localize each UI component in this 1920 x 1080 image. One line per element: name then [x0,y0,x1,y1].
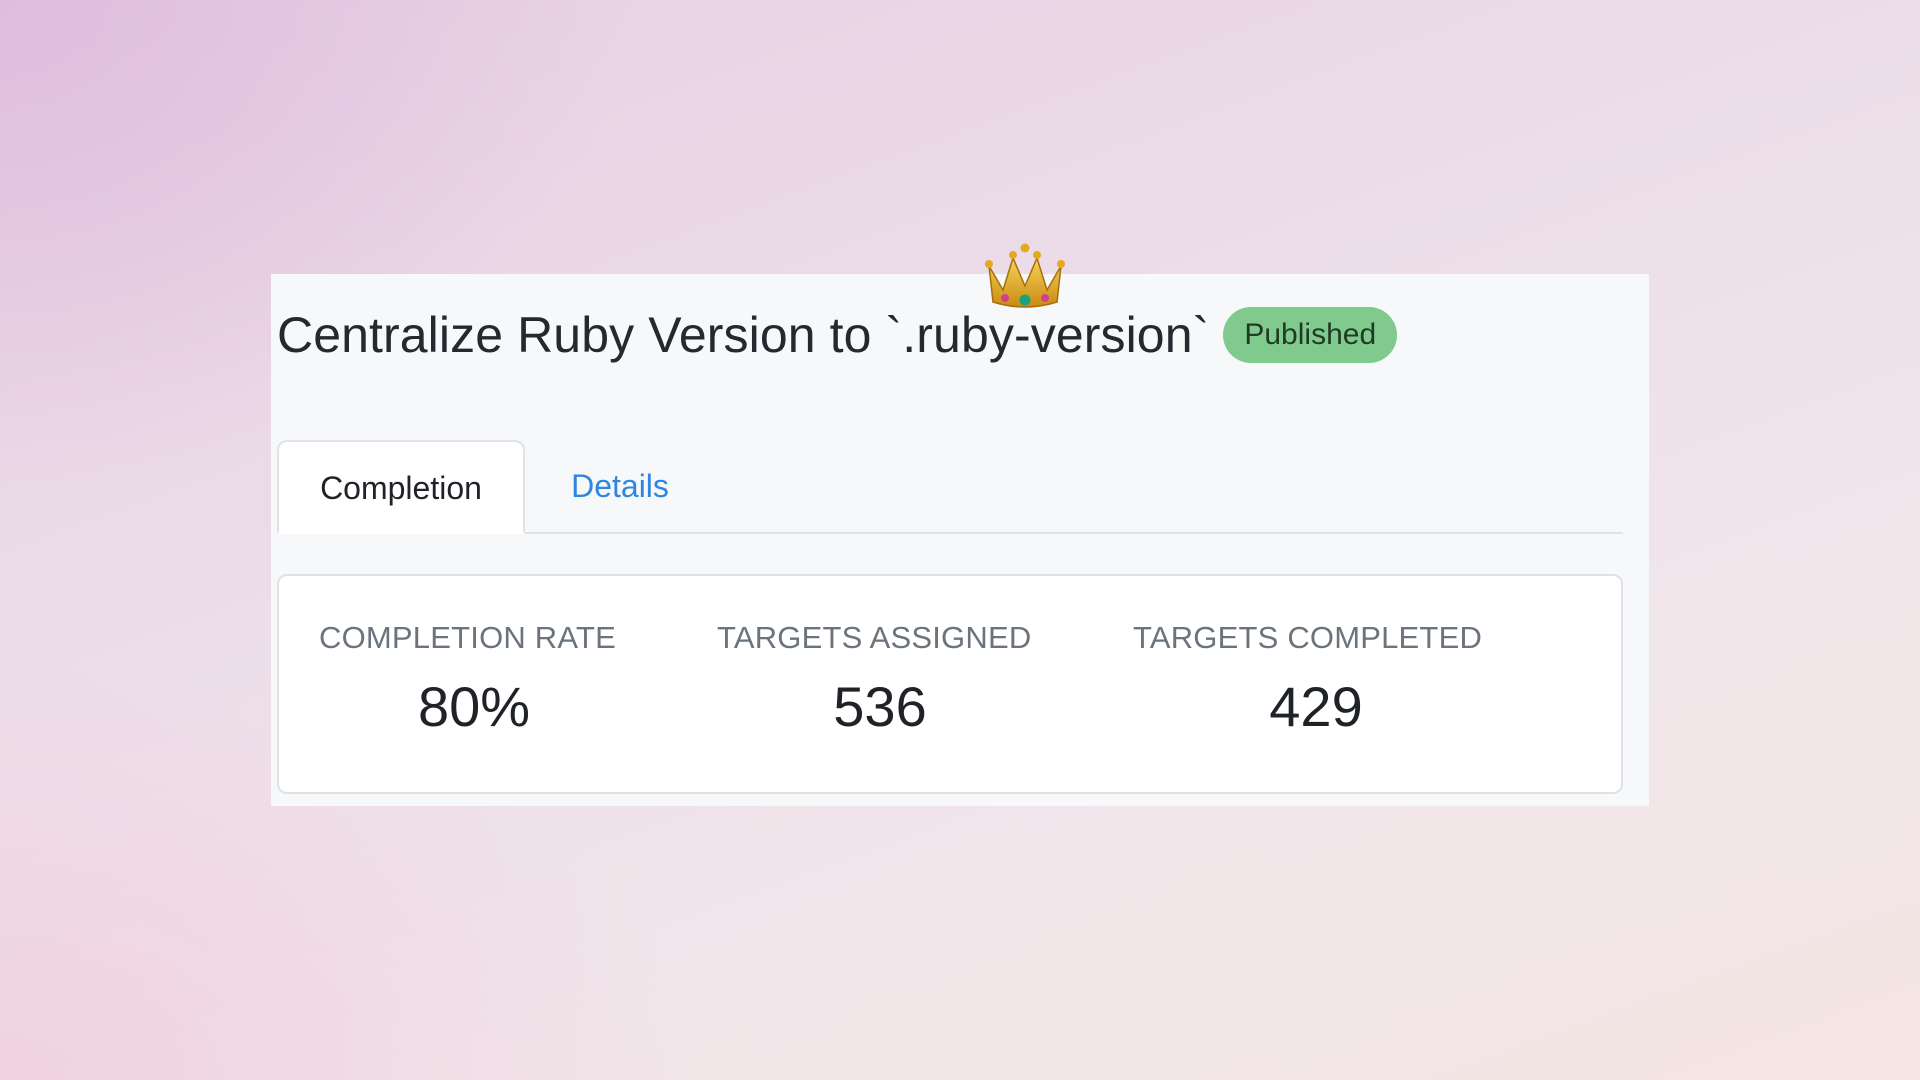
tab-bar: Completion Details [277,440,1623,534]
campaign-card: Centralize Ruby Version to `.ruby-versio… [271,243,1649,806]
tab-details[interactable]: Details [525,440,715,532]
tab-completion[interactable]: Completion [277,440,525,534]
stat-value: 80% [417,675,531,738]
stat-label: TARGETS ASSIGNED [717,620,1032,655]
stat-completion-rate: COMPLETION RATE 80% [319,576,629,792]
crown-icon [985,243,1065,308]
stat-value: 429 [1269,675,1363,738]
stat-label: COMPLETION RATE [319,620,616,655]
stats-panel: COMPLETION RATE 80% TARGETS ASSIGNED 536… [277,574,1623,794]
page-title: Centralize Ruby Version to `.ruby-versio… [277,307,1210,363]
title-row: Centralize Ruby Version to `.ruby-versio… [277,292,1398,378]
stat-targets-assigned: TARGETS ASSIGNED 536 [717,576,1043,792]
stat-value: 536 [833,675,927,738]
status-badge: Published [1223,307,1398,363]
stat-targets-completed: TARGETS COMPLETED 429 [1133,576,1499,792]
stat-label: TARGETS COMPLETED [1133,620,1483,655]
